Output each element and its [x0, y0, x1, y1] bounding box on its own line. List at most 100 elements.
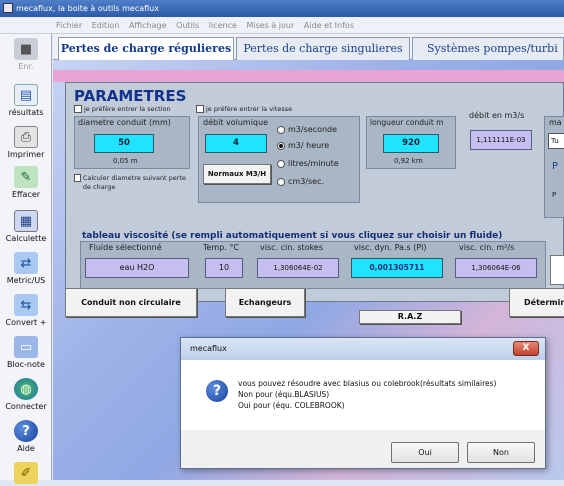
check-calc-diametre[interactable]: Calculer diametre suivant perte de charg…: [74, 174, 194, 192]
radio-circle[interactable]: [277, 125, 285, 134]
sidebar-label: Imprimer: [7, 150, 45, 159]
radio-label: m3/ heure: [288, 141, 330, 150]
normaux-button[interactable]: Normaux M3/H: [203, 164, 271, 184]
tab-systemes-pompes[interactable]: Systèmes pompes/turbi: [412, 37, 564, 60]
raz-button[interactable]: R.A.Z: [359, 310, 461, 324]
checkbox[interactable]: [74, 174, 81, 182]
check-section-label: je préfère entrer la section: [84, 105, 171, 113]
question-icon: ?: [206, 380, 228, 402]
menu-affichage[interactable]: Affichage: [129, 17, 167, 34]
dyn-label: visc. dyn. Pa.s (Pl): [354, 243, 427, 252]
check-section[interactable]: je préfère entrer la section: [74, 105, 171, 113]
dialog-message-line2: Non pour (équ.BLASIUS): [238, 390, 330, 399]
debit-m3s-value: 1,111111E-03: [470, 130, 532, 150]
sidebar-item-effacer[interactable]: ✎ Effacer: [3, 166, 49, 199]
calculator-icon: ▦: [14, 210, 38, 232]
sidebar-item-bloc-note[interactable]: ▭ Bloc-note: [3, 336, 49, 369]
cin-value: 1,306064E-06: [455, 258, 537, 278]
close-icon[interactable]: X: [513, 341, 539, 356]
window-title: mecaflux, la boite à outils mecaflux: [16, 4, 159, 13]
sidebar-label: Effacer: [11, 190, 41, 199]
checkbox[interactable]: [196, 105, 204, 113]
tab-pertes-singulieres[interactable]: Pertes de charge singulieres: [236, 37, 410, 60]
checkbox[interactable]: [74, 105, 82, 113]
longueur-label: longueur conduit m: [370, 118, 444, 127]
menu-outils[interactable]: Outils: [176, 17, 199, 34]
materiau-select[interactable]: Tu: [548, 133, 564, 149]
cin-label: visc. cin. m²/s: [459, 243, 515, 252]
sidebar-label: Bloc-note: [7, 360, 45, 369]
radio-m3-seconde[interactable]: m3/seconde: [277, 125, 337, 134]
check-vitesse[interactable]: je préfère entrer la vitesse: [196, 105, 292, 113]
materiau-p2: P: [552, 191, 557, 199]
sidebar-item-imprimer[interactable]: ⎙ Imprimer: [3, 126, 49, 159]
sidebar-item-aide[interactable]: ? Aide: [3, 420, 49, 453]
diametre-input[interactable]: 50: [94, 134, 154, 153]
choisir-fluide-button[interactable]: [550, 255, 564, 285]
sidebar-item-convert[interactable]: ⇆ Convert +: [3, 294, 49, 327]
debit-input[interactable]: 4: [205, 134, 267, 153]
oui-button[interactable]: Oui: [391, 442, 459, 463]
eraser-icon: ✎: [14, 166, 38, 188]
sidebar-item-enr[interactable]: ■ Enr.: [3, 38, 49, 71]
help-icon: ?: [14, 420, 38, 442]
viscosite-title: tableau viscosité (se rempli automatique…: [82, 231, 503, 241]
decorative-band: [53, 70, 564, 82]
sidebar-item-calculette[interactable]: ▦ Calculette: [3, 210, 49, 243]
materiau-label: ma: [549, 118, 562, 127]
debit-group: débit volumique 4 Normaux M3/H m3/second…: [198, 116, 360, 203]
dialog-message-line1: vous pouvez résoudre avec blasius ou col…: [238, 379, 497, 388]
echangeurs-button[interactable]: Echangeurs: [225, 288, 305, 317]
radio-label: m3/seconde: [288, 125, 338, 134]
app-icon: [3, 3, 13, 13]
sidebar-label: Aide: [17, 444, 35, 453]
non-button[interactable]: Non: [467, 442, 535, 463]
dialog-title-bar: mecaflux: [181, 338, 545, 360]
materiau-p1: P: [552, 161, 559, 172]
radio-circle[interactable]: [277, 159, 285, 168]
window-title-bar: mecaflux, la boite à outils mecaflux: [0, 0, 564, 17]
sidebar-label: Enr.: [18, 62, 34, 71]
sidebar-item-metric-us[interactable]: ⇄ Metric/US: [3, 252, 49, 285]
check-vitesse-label: je préfère entrer la vitesse: [206, 105, 293, 113]
globe-icon: ◍: [14, 378, 38, 400]
debit-m3s-label: débit en m3/s: [469, 111, 525, 120]
sidebar-item-extra[interactable]: ✐: [3, 462, 49, 486]
dyn-value: 0,001305711: [351, 258, 443, 278]
sidebar-label: Connecter: [5, 402, 47, 411]
menu-fichier[interactable]: Fichier: [56, 17, 82, 34]
longueur-input[interactable]: 920: [383, 134, 439, 153]
pencil-icon: ✐: [14, 462, 38, 484]
radio-cm3-sec[interactable]: cm3/sec.: [277, 177, 324, 186]
radio-circle-selected[interactable]: [277, 141, 285, 150]
tab-pertes-regulieres[interactable]: Pertes de charge régulieres: [58, 37, 234, 61]
menu-licence[interactable]: licence: [209, 17, 237, 34]
dialog-body: ? vous pouvez résoudre avec blasius ou c…: [181, 360, 545, 430]
results-icon: ▤: [14, 84, 38, 106]
radio-circle[interactable]: [277, 177, 285, 186]
menu-mises-a-jour[interactable]: Mises à jour: [246, 17, 294, 34]
parametres-box: PARAMETRES je préfère entrer la section …: [65, 82, 564, 302]
menu-edition[interactable]: Edition: [92, 17, 120, 34]
notepad-icon: ▭: [14, 336, 38, 358]
sidebar-item-resultats[interactable]: ▤ résultats: [3, 84, 49, 117]
materiau-group: ma Tu P P: [544, 116, 564, 218]
sidebar-label: Metric/US: [6, 276, 46, 285]
sidebar-label: Calculette: [5, 234, 47, 243]
stokes-value: 1,306064E-02: [257, 258, 339, 278]
menu-bar: Fichier Edition Affichage Outils licence…: [0, 17, 564, 34]
sidebar-item-connecter[interactable]: ◍ Connecter: [3, 378, 49, 411]
radio-m3-heure[interactable]: m3/ heure: [277, 141, 329, 150]
longueur-group: longueur conduit m 920 0,92 km: [366, 116, 456, 169]
save-icon: ■: [14, 38, 38, 60]
printer-icon: ⎙: [14, 126, 38, 148]
sidebar: ■ Enr. ▤ résultats ⎙ Imprimer ✎ Effacer …: [0, 34, 52, 484]
conduit-non-circulaire-button[interactable]: Conduit non circulaire: [65, 288, 197, 317]
radio-litres-minute[interactable]: litres/minute: [277, 159, 339, 168]
dialog-message-line3: Oui pour (équ. COLEBROOK): [238, 401, 345, 410]
menu-aide[interactable]: Aide et Infos: [304, 17, 354, 34]
convert-icon: ⇆: [14, 294, 38, 316]
stokes-label: visc. cin. stokes: [260, 243, 324, 252]
determiner-button[interactable]: Détermin: [509, 288, 564, 317]
tab-bar: Pertes de charge régulieres Pertes de ch…: [53, 34, 564, 61]
